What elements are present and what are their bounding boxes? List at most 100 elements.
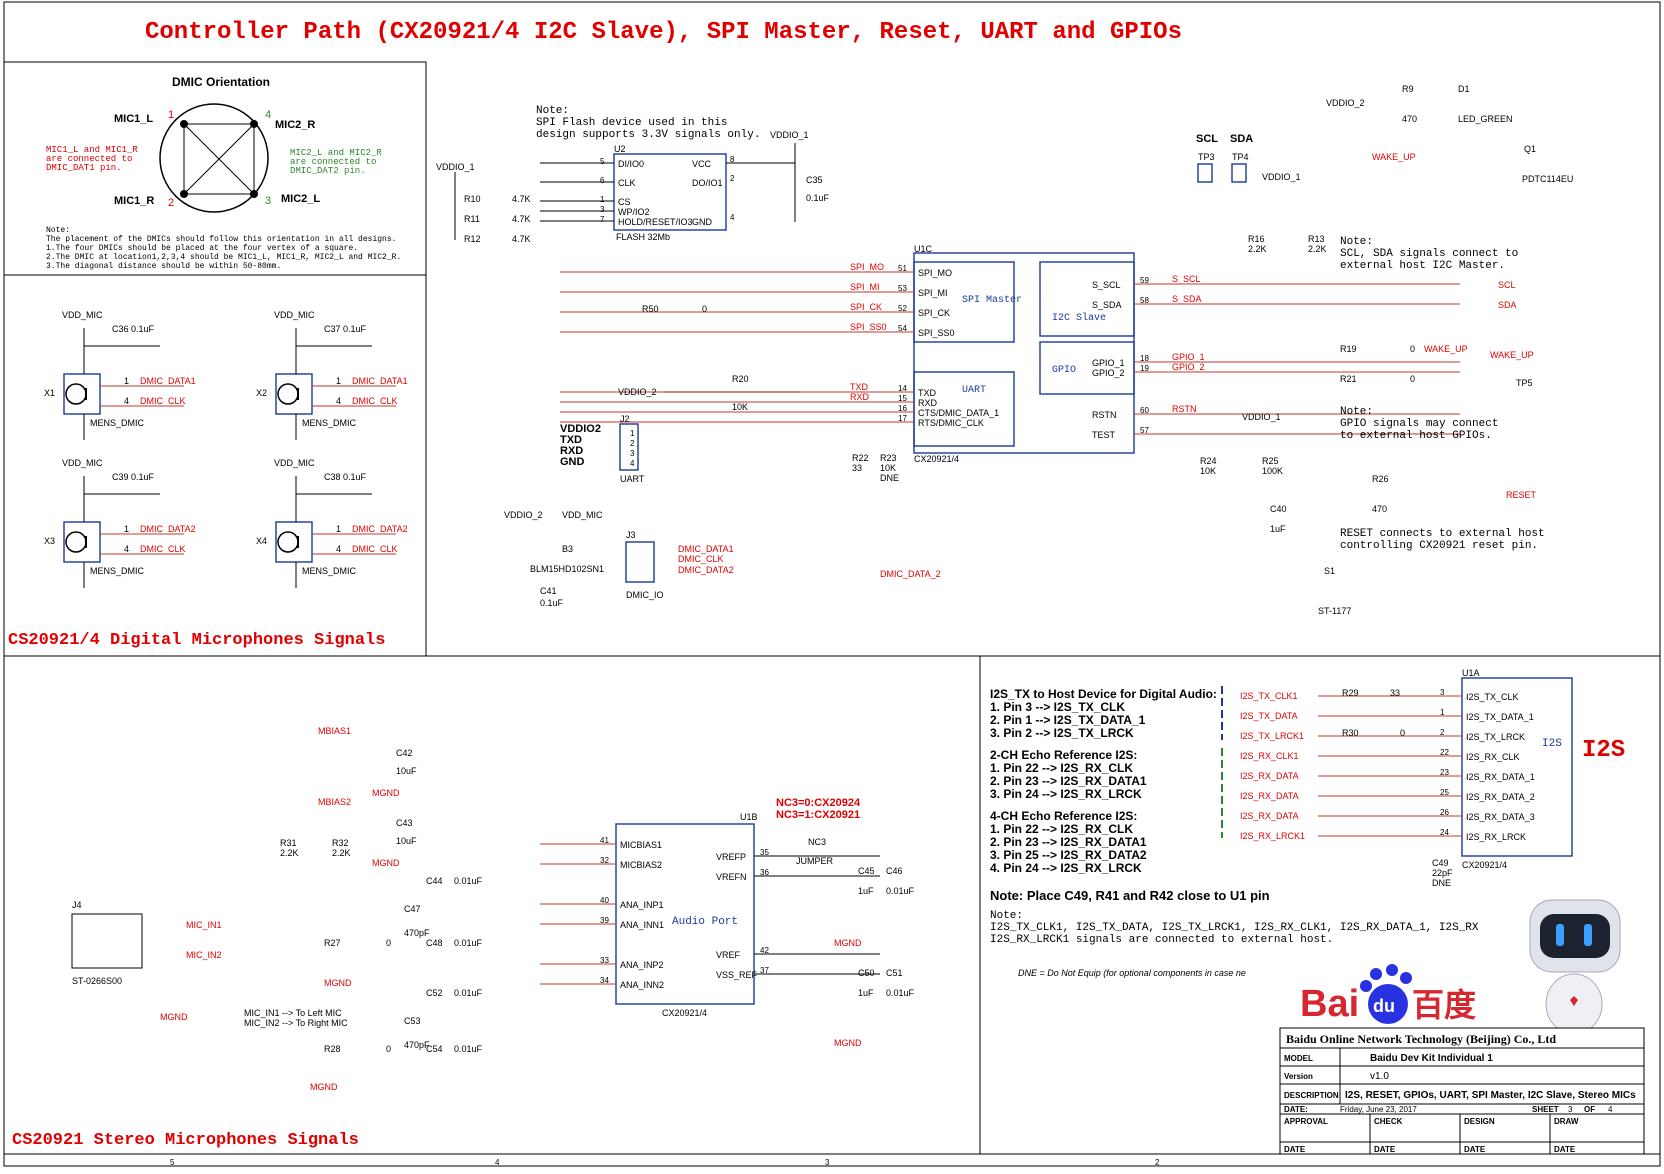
schematic-sheet: 5 4 3 2 Controller Path (CX20921/4 I2C S… [3,1,1661,1167]
mic-ref: X1 [44,388,55,398]
svg-text:VDDIO_1: VDDIO_1 [436,162,475,172]
u1c-pin: TEST [1092,430,1116,440]
svg-text:1: 1 [168,109,174,121]
svg-text:VDDIO_2: VDDIO_2 [1326,98,1365,108]
svg-text:C43: C43 [396,818,413,828]
svg-text:to external host GPIOs.: to external host GPIOs. [1340,430,1492,442]
svg-text:C53: C53 [404,1016,421,1026]
svg-text:4: 4 [1608,1105,1613,1114]
i2s-pin: I2S_TX_DATA_1 [1466,712,1534,722]
flash-pin-num: 6 [600,176,605,185]
svg-text:C49: C49 [1432,858,1449,868]
flash-pin: GND [692,217,713,227]
svg-text:10uF: 10uF [396,766,417,776]
svg-text:GND: GND [560,456,585,468]
flash-pin: WP/IO2 [618,207,650,217]
svg-text:Q1: Q1 [1524,144,1536,154]
u1c-pin: RXD [918,398,938,408]
i2s-pin: I2S_TX_CLK [1466,692,1519,702]
svg-text:0.01uF: 0.01uF [886,988,915,998]
dmic-x1: VDD_MIC C36 0.1uF X1 1 4 DMIC_DATA1 DMIC_CLK ME… [44,310,196,440]
svg-text:0.01uF: 0.01uF [454,988,483,998]
svg-text:D1: D1 [1458,84,1470,94]
svg-text:MBIAS2: MBIAS2 [318,797,351,807]
svg-text:0.01uF: 0.01uF [886,886,915,896]
pin-4: 4 [336,396,341,406]
cap-ref: C39 0.1uF [112,472,155,482]
i2s-port: I2S_RX_LRCK1 [1240,831,1305,841]
svg-text:RESET connects to external hos: RESET connects to external host [1340,528,1545,540]
svg-text:WAKE_UP: WAKE_UP [1424,344,1468,354]
svg-text:LED_GREEN: LED_GREEN [1458,114,1513,124]
net-label: SPI_SS0 [850,322,887,332]
svg-text:2: 2 [168,197,174,209]
svg-text:R12: R12 [464,234,481,244]
dmic-orientation: DMIC Orientation MIC1_L 1 4 MIC2_R MIC1_… [46,75,401,271]
svg-text:0: 0 [386,938,391,948]
svg-text:VDDIO_2: VDDIO_2 [504,510,543,520]
u1b-pin: VREF [716,950,741,960]
svg-text:DATE: DATE [1374,1145,1396,1154]
svg-text:Baidu Online Network Technolog: Baidu Online Network Technology (Beijing… [1286,1032,1556,1046]
baidu-logo: Bai du 百度 [1300,964,1476,1025]
svg-text:4: 4 [265,109,271,121]
svg-text:VDDIO_1: VDDIO_1 [770,130,809,140]
u1c-pin: SPI_SS0 [918,328,955,338]
mic-part: MENS_DMIC [90,418,145,428]
svg-text:2.2K: 2.2K [1248,244,1267,254]
svg-text:APPROVAL: APPROVAL [1284,1117,1328,1126]
pin-4: 4 [336,544,341,554]
svg-text:2: 2 [630,439,635,448]
border-col-3: 3 [825,1158,830,1167]
flash-pin: DI/IO0 [618,159,644,169]
u1b-pin: ANA_INP1 [620,900,664,910]
svg-text:DATE: DATE [1284,1145,1306,1154]
svg-text:v1.0: v1.0 [1370,1071,1389,1082]
u1c-pin: SPI_MO [918,268,952,278]
svg-text:SCL: SCL [1498,280,1516,290]
svg-text:4: 4 [630,459,635,468]
cap-ref: C37 0.1uF [324,324,367,334]
u1c-pin: GPIO_1 [1092,358,1125,368]
mic-ref: X3 [44,536,55,546]
svg-text:NC3=0:CX20924: NC3=0:CX20924 [776,797,861,809]
svg-text:4-CH Echo Reference I2S:: 4-CH Echo Reference I2S: [990,809,1137,823]
flash-pin-num: 4 [730,213,735,222]
svg-text:DNE = Do Not Equip (for optio: DNE = Do Not Equip (for optional compone… [1018,968,1246,978]
svg-text:R50: R50 [642,304,659,314]
svg-text:ST-0266S00: ST-0266S00 [72,976,122,986]
dmic-io-header: VDDIO_2 VDD_MIC B3 BLM15HD102SN1 C41 0.1… [504,510,941,608]
svg-text:CX20921/4: CX20921/4 [662,1008,707,1018]
svg-text:J3: J3 [626,530,636,540]
i2s-pin: I2S_RX_DATA_3 [1466,812,1535,822]
svg-text:1uF: 1uF [1270,524,1286,534]
svg-text:Note:: Note: [1340,236,1373,248]
svg-text:DNE: DNE [880,473,899,483]
svg-text:R29: R29 [1342,688,1359,698]
flash-pin-num: 3 [600,205,605,214]
svg-text:design supports 3.3V signals o: design supports 3.3V signals only. [536,129,760,141]
svg-text:SDA: SDA [1498,300,1517,310]
svg-text:2.2K: 2.2K [280,848,299,858]
i2s-pin: I2S_RX_DATA_2 [1466,792,1535,802]
i2c-gpio-reset: SCL SDA TP3 TP4 VDDIO_1 R16 2.2K R13 2.2… [1196,84,1573,616]
svg-text:2. Pin 23 --> I2S_RX_DATA1: 2. Pin 23 --> I2S_RX_DATA1 [990,835,1147,849]
u1b-pin: VREFP [716,852,746,862]
svg-text:4. Pin 24 --> I2S_RX_LRCK: 4. Pin 24 --> I2S_RX_LRCK [990,861,1142,875]
svg-text:Note:: Note: [536,105,569,117]
svg-text:RESET: RESET [1506,490,1537,500]
pin-1: 1 [124,376,129,386]
i2s-port: I2S_TX_CLK1 [1240,691,1298,701]
svg-text:R27: R27 [324,938,341,948]
svg-text:MIC1_L: MIC1_L [114,113,153,125]
svg-text:OF: OF [1584,1105,1595,1114]
svg-text:3. Pin 25 --> I2S_RX_DATA2: 3. Pin 25 --> I2S_RX_DATA2 [990,848,1147,862]
svg-text:SCL, SDA signals connect to: SCL, SDA signals connect to [1340,248,1518,260]
i2s-port: I2S_TX_DATA [1240,711,1298,721]
border-col-2: 2 [1155,1158,1160,1167]
svg-text:百度: 百度 [1412,987,1476,1023]
svg-text:DMIC_DAT2 pin.: DMIC_DAT2 pin. [290,166,366,176]
u1c-pin: RTS/DMIC_CLK [918,418,984,428]
svg-text:GPIO: GPIO [1052,365,1076,376]
cap-ref: C36 0.1uF [112,324,155,334]
